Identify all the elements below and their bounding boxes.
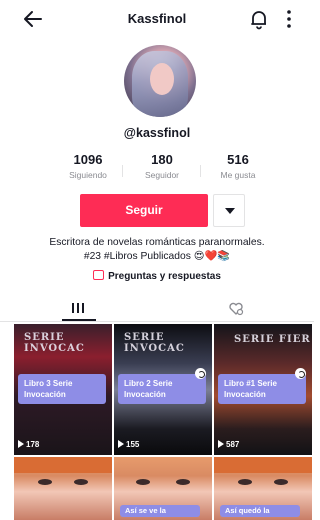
avatar[interactable] (124, 45, 196, 117)
bell-icon[interactable] (249, 8, 269, 30)
stat-followers-label: Seguidor (144, 170, 180, 180)
view-count-value: 587 (226, 440, 240, 449)
stat-following[interactable]: 1096 Siguiendo (48, 152, 128, 180)
video-label-line: Libro 2 Serie (124, 379, 173, 388)
video-thumbnail-eye (74, 479, 88, 485)
caret-down-icon (225, 208, 235, 214)
profile-tabs (0, 296, 314, 322)
top-bar: Kassfinol (0, 0, 314, 40)
view-count: 178 (18, 440, 39, 449)
video-tile[interactable]: Así quedó la (214, 457, 312, 520)
qa-label: Preguntas y respuestas (108, 271, 221, 282)
video-label-line: Invocación (24, 390, 66, 399)
stat-following-value: 1096 (73, 152, 103, 167)
stat-likes[interactable]: 516 Me gusta (198, 152, 278, 180)
video-thumbnail-eye (238, 479, 252, 485)
video-label: Libro 3 Serie Invocación (18, 374, 106, 404)
liked-heart-icon (229, 302, 244, 316)
username: @kassfinol (123, 126, 191, 140)
question-answer-icon (93, 270, 105, 280)
view-count-value: 155 (126, 440, 140, 449)
video-thumbnail-eye (176, 479, 190, 485)
stat-likes-label: Me gusta (220, 170, 256, 180)
bio: Escritora de novelas románticas paranorm… (0, 236, 314, 264)
view-count-value: 178 (26, 440, 40, 449)
repost-icon (295, 368, 306, 379)
stat-followers-value: 180 (151, 152, 173, 167)
play-icon (18, 440, 24, 448)
stat-followers[interactable]: 180 Seguidor (122, 152, 202, 180)
video-label-line: Libro 3 Serie (24, 379, 73, 388)
play-icon (118, 440, 124, 448)
video-tile[interactable]: SERIE INVOCAC Libro 3 Serie Invocación 1… (14, 324, 112, 455)
video-caption: Así quedó la (220, 505, 300, 517)
follow-button[interactable]: Seguir (80, 194, 208, 227)
play-icon (218, 440, 224, 448)
tab-videos[interactable] (0, 296, 157, 322)
video-label-line: Invocación (124, 390, 166, 399)
video-label-line: Invocación (224, 390, 266, 399)
grid-icon (72, 303, 84, 313)
video-label-line: Libro #1 Serie (224, 379, 277, 388)
video-label: Libro #1 Serie Invocación (218, 374, 306, 404)
video-tile[interactable]: SERIE FIER Libro #1 Serie Invocación 587 (214, 324, 312, 455)
video-thumbnail-hair (214, 457, 312, 473)
cover-title: SERIE INVOCAC (124, 332, 185, 354)
video-grid: SERIE INVOCAC Libro 3 Serie Invocación 1… (14, 324, 314, 520)
video-tile[interactable] (14, 457, 112, 520)
video-tile[interactable]: Así se ve la (114, 457, 212, 520)
cover-title: SERIE FIER (234, 334, 311, 345)
stat-following-label: Siguiendo (69, 170, 107, 180)
repost-icon (195, 368, 206, 379)
suggested-accounts-dropdown[interactable] (213, 194, 245, 227)
view-count: 587 (218, 440, 239, 449)
video-thumbnail-hair (14, 457, 112, 473)
profile-stats: 1096 Siguiendo 180 Seguidor 516 Me gusta (0, 152, 314, 186)
more-options-icon[interactable] (283, 8, 295, 30)
video-caption: Así se ve la (120, 505, 200, 517)
stat-likes-value: 516 (227, 152, 249, 167)
video-thumbnail-eye (38, 479, 52, 485)
video-tile[interactable]: SERIE INVOCAC Libro 2 Serie Invocación 1… (114, 324, 212, 455)
tab-liked[interactable] (157, 296, 314, 322)
bio-line: Escritora de novelas románticas paranorm… (49, 237, 265, 248)
active-tab-indicator (62, 319, 96, 321)
qa-link[interactable]: Preguntas y respuestas (0, 270, 314, 282)
view-count: 155 (118, 440, 139, 449)
video-label: Libro 2 Serie Invocación (118, 374, 206, 404)
bio-line: #23 #Libros Publicados 😍❤️📚 (83, 251, 231, 262)
video-thumbnail-eye (274, 479, 288, 485)
avatar-face (150, 63, 174, 95)
cover-title: SERIE INVOCAC (24, 332, 85, 354)
video-thumbnail-eye (136, 479, 150, 485)
